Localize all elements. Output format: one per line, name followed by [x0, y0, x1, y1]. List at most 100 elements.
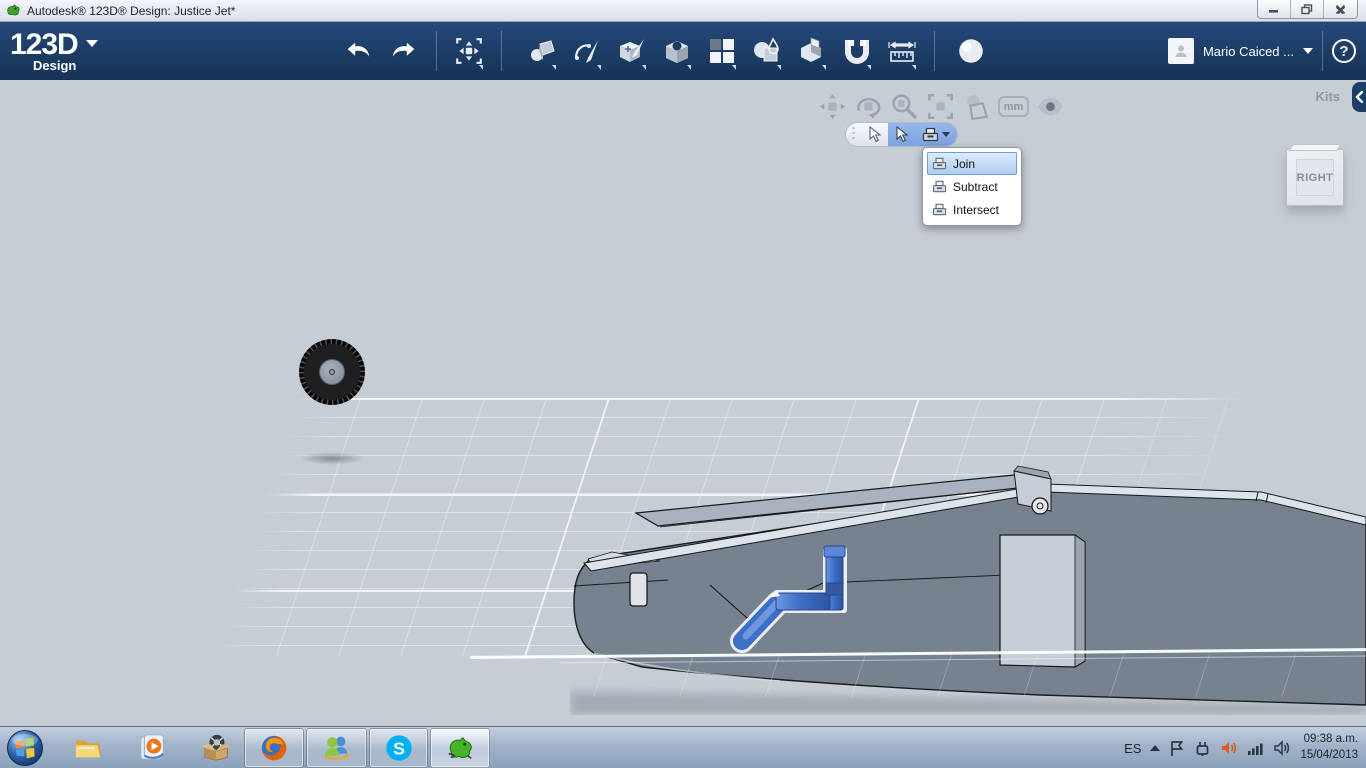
- taskbar-firefox-button[interactable]: [244, 728, 304, 768]
- view-navigation-toolbar: mm: [818, 92, 1065, 121]
- hub-bolt: [329, 369, 335, 375]
- wheel-model[interactable]: [299, 339, 365, 405]
- selection-toolbar: [845, 122, 958, 147]
- tray-clock[interactable]: 09:38 a.m. 15/04/2013: [1300, 732, 1362, 763]
- construct-tool-button[interactable]: [614, 31, 650, 71]
- modify-tool-button[interactable]: [659, 31, 695, 71]
- taskbar-media-player-button[interactable]: [126, 728, 178, 768]
- network-signal-icon[interactable]: [1247, 741, 1264, 756]
- dropdown-caret-icon: [479, 65, 483, 70]
- logo-text: 123D: [10, 28, 79, 61]
- snap-tool-button[interactable]: [839, 31, 875, 71]
- undo-button[interactable]: [340, 31, 376, 71]
- combine-mode-button[interactable]: [915, 123, 957, 146]
- app-menu-logo[interactable]: 123D Design: [0, 22, 150, 80]
- start-button[interactable]: [6, 729, 44, 767]
- app-header: 123D Design Mario Caiced ... ?: [0, 22, 1366, 80]
- dropdown-caret-icon: [912, 65, 916, 70]
- power-plug-icon[interactable]: [1194, 740, 1211, 757]
- restore-button[interactable]: [1291, 0, 1324, 18]
- redo-button[interactable]: [386, 31, 422, 71]
- toolbar-separator: [501, 31, 502, 71]
- taskbar-123d-design-button[interactable]: [430, 728, 490, 768]
- view-cube-right-face[interactable]: RIGHT: [1296, 159, 1334, 196]
- select-cursor-button[interactable]: [861, 123, 888, 146]
- hinge-pin: [1031, 497, 1049, 515]
- combine-dropdown-menu: Join Subtract Intersect: [922, 147, 1022, 226]
- user-name[interactable]: Mario Caiced ...: [1203, 44, 1294, 59]
- nose-clip: [629, 572, 648, 607]
- volume-icon[interactable]: [1273, 740, 1291, 756]
- view-cube[interactable]: RIGHT: [1286, 144, 1344, 206]
- ground-grid-foreground: [593, 655, 1366, 697]
- dropdown-caret-icon: [822, 65, 826, 70]
- combine-intersect-icon: [932, 203, 947, 216]
- system-tray: ES 09:38 a.m. 15/04/2013: [1124, 727, 1362, 768]
- material-sphere-button[interactable]: [953, 31, 989, 71]
- taskbar-skype-button[interactable]: S: [369, 728, 428, 768]
- menu-item-label: Join: [953, 156, 976, 171]
- menu-item-label: Subtract: [953, 179, 998, 194]
- combine-tool-button[interactable]: [794, 31, 830, 71]
- dropdown-caret-icon: [732, 65, 736, 70]
- 3d-viewport[interactable]: mm Kits Join Subtract Intersect RIGHT: [0, 80, 1366, 726]
- visibility-eye-icon[interactable]: [1036, 92, 1065, 121]
- dropdown-caret-icon: [597, 65, 601, 70]
- toolbar-separator: [1322, 31, 1323, 71]
- kits-panel-label: Kits: [1315, 89, 1340, 104]
- svg-text:S: S: [393, 739, 405, 759]
- sketch-tool-button[interactable]: [569, 31, 605, 71]
- logo-subtext: Design: [33, 58, 77, 73]
- chevron-down-icon: [86, 40, 98, 47]
- toolbar-separator: [436, 31, 437, 71]
- menu-item-subtract[interactable]: Subtract: [927, 175, 1017, 198]
- menu-item-intersect[interactable]: Intersect: [927, 198, 1017, 221]
- select-cursor-button-active[interactable]: [888, 123, 915, 146]
- combine-join-icon: [932, 157, 947, 170]
- title-bar: Autodesk® 123D® Design: Justice Jet*: [0, 0, 1366, 22]
- app-icon: [7, 4, 20, 16]
- zoom-icon[interactable]: [890, 92, 919, 121]
- avatar: [1167, 38, 1194, 64]
- taskbar-catch-app-button[interactable]: [190, 728, 242, 768]
- units-button[interactable]: mm: [998, 96, 1029, 117]
- pattern-tool-button[interactable]: [704, 31, 740, 71]
- tray-date: 15/04/2013: [1300, 749, 1358, 761]
- minimize-button[interactable]: [1258, 0, 1291, 18]
- combine-subtract-icon: [932, 180, 947, 193]
- view-cube-top-face[interactable]: [1288, 144, 1342, 151]
- action-center-flag-icon[interactable]: [1169, 740, 1185, 757]
- close-button[interactable]: [1324, 0, 1357, 18]
- toolbar-separator: [934, 31, 935, 71]
- fit-view-icon[interactable]: [926, 92, 955, 121]
- menu-item-join[interactable]: Join: [927, 152, 1017, 175]
- dropdown-caret-icon: [687, 65, 691, 70]
- transform-tool-button[interactable]: [451, 31, 487, 71]
- window-controls: [1257, 0, 1358, 19]
- measure-tool-button[interactable]: [884, 31, 920, 71]
- app-window: Autodesk® 123D® Design: Justice Jet* 123…: [0, 0, 1366, 768]
- pillar-block: [999, 534, 1086, 668]
- menu-item-label: Intersect: [953, 202, 1000, 217]
- volume-mixer-orange-icon[interactable]: [1220, 740, 1238, 756]
- taskbar-explorer-button[interactable]: [62, 728, 114, 768]
- dropdown-caret-icon: [942, 132, 950, 137]
- wheel-shadow: [290, 450, 374, 467]
- window-title: Autodesk® 123D® Design: Justice Jet*: [27, 3, 236, 18]
- help-button[interactable]: ?: [1332, 39, 1356, 63]
- taskbar-messenger-button[interactable]: [306, 728, 367, 768]
- show-hidden-icons-button[interactable]: [1150, 745, 1161, 751]
- dropdown-caret-icon: [777, 65, 781, 70]
- drag-handle-icon[interactable]: [846, 127, 861, 142]
- primitives-tool-button[interactable]: [524, 31, 560, 71]
- language-indicator[interactable]: ES: [1124, 741, 1141, 756]
- group-tool-button[interactable]: [749, 31, 785, 71]
- windows-taskbar: S ES 09:38 a.m. 15/04/2013: [0, 726, 1366, 768]
- user-menu-caret-icon[interactable]: [1303, 48, 1313, 54]
- tray-time: 09:38 a.m.: [1303, 733, 1358, 746]
- dropdown-caret-icon: [642, 65, 646, 70]
- material-icon[interactable]: [962, 92, 991, 121]
- orbit-icon[interactable]: [854, 92, 883, 121]
- kits-panel-toggle[interactable]: [1352, 82, 1366, 112]
- pan-icon[interactable]: [818, 92, 847, 121]
